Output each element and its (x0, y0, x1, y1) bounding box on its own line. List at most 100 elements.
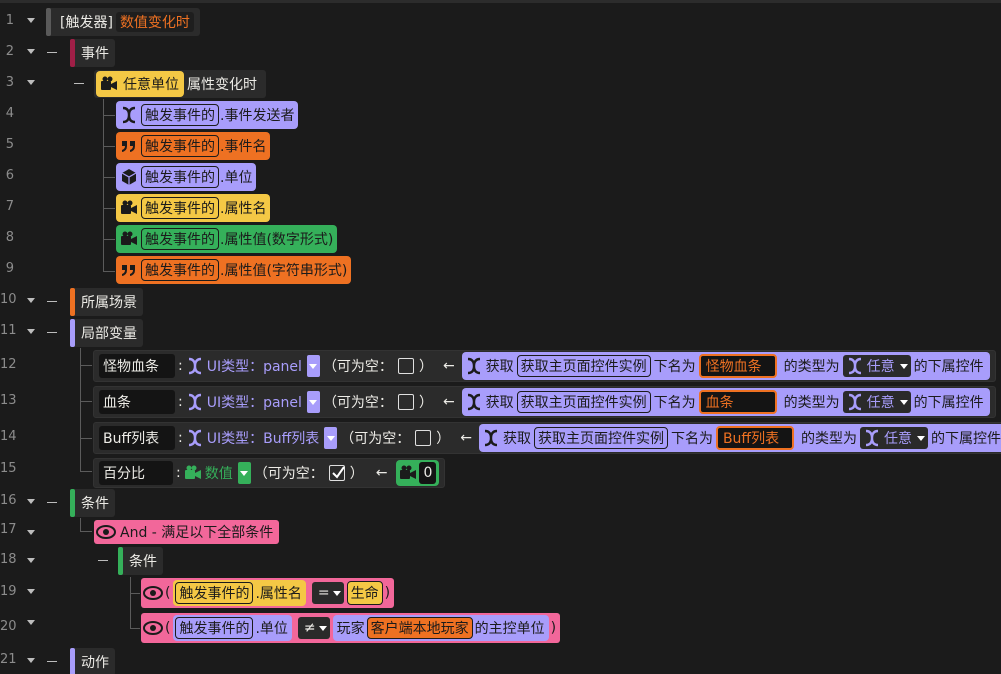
collapse-dash[interactable] (47, 52, 57, 53)
event-param-row[interactable]: 触发事件的 .属性值(字符串形式) (116, 256, 352, 284)
param-field: .属性值(字符串形式) (220, 263, 348, 279)
local-variable-row[interactable]: 怪物血条: UI类型：panel （可为空：） ← 获取 获取主页面控件实例 下名为 怪物血条… (93, 350, 996, 382)
line-number: 13 (0, 393, 17, 408)
conditions-section[interactable]: 条件 (70, 489, 115, 517)
collapse-dash[interactable] (98, 560, 108, 561)
param-field: .属性值(数字形式) (220, 232, 334, 248)
main-page-control-func[interactable]: 获取主页面控件实例 (516, 355, 651, 377)
number-value-chip[interactable]: 0 (396, 460, 440, 486)
number-value[interactable]: 0 (419, 462, 437, 484)
tree-guide-line (103, 115, 115, 116)
event-block[interactable]: 任意单位 属性变化时 (94, 70, 266, 98)
condition-row[interactable]: ( 触发事件的 .属性名 = 生命 ) (141, 578, 395, 608)
type-dropdown[interactable] (306, 391, 320, 413)
local-variable-name[interactable]: Buff列表 (99, 426, 175, 450)
local-variable-row[interactable]: Buff列表: UI类型：Buff列表 （可为空：） ← 获取 获取主页面控件实例 下名为 B… (93, 422, 1001, 454)
nullable-checkbox[interactable] (397, 358, 414, 374)
type-dropdown[interactable] (324, 427, 338, 449)
fold-toggle-icon[interactable] (26, 555, 36, 565)
trigger-event-source[interactable]: 触发事件的 (141, 259, 219, 281)
actions-section[interactable]: 动作 (70, 648, 115, 674)
line-number: 15 (0, 461, 17, 476)
event-param-row[interactable]: 触发事件的 .属性值(数字形式) (116, 225, 338, 253)
trigger-event-source[interactable]: 触发事件的 (141, 166, 219, 188)
get-control-chip[interactable]: 获取 获取主页面控件实例 下名为 血条 的类型为 任意 的下属控件 (461, 388, 990, 416)
camera-icon (98, 73, 120, 95)
trigger-event-source[interactable]: 触发事件的 (141, 135, 219, 157)
any-type-select[interactable]: 任意 (859, 427, 928, 449)
main-page-control-func[interactable]: 获取主页面控件实例 (516, 391, 651, 413)
property-name-chip[interactable]: 触发事件的 .属性名 (173, 580, 306, 606)
any-type-select[interactable]: 任意 (842, 391, 911, 413)
trigger-event-source[interactable]: 触发事件的 (141, 228, 219, 250)
main-page-control-func[interactable]: 获取主页面控件实例 (533, 427, 668, 449)
control-name-input[interactable]: Buff列表 (715, 426, 794, 450)
control-name-input[interactable]: 怪物血条 (698, 354, 777, 378)
fold-toggle-icon[interactable] (26, 46, 36, 56)
main-control-unit-label: 的主控单位 (474, 621, 545, 637)
and-block[interactable]: And - 满足以下全部条件 (94, 520, 280, 544)
collapse-dash[interactable] (47, 301, 57, 302)
nullable-checkbox[interactable] (397, 394, 414, 410)
condition-row[interactable]: ( 触发事件的 .单位 ≠ 玩家 客户端本地玩家 的主控单位 ) (141, 613, 561, 643)
line-number: 8 (5, 230, 14, 245)
local-variable-name[interactable]: 百分比 (99, 461, 173, 485)
get-control-chip[interactable]: 获取 获取主页面控件实例 下名为 怪物血条 的类型为 任意 的下属控件 (461, 352, 990, 380)
unit-chip[interactable]: 触发事件的 .单位 (173, 615, 292, 641)
assign-arrow: ← (442, 358, 455, 374)
trigger-event-source[interactable]: 触发事件的 (141, 104, 219, 126)
trigger-header[interactable]: [触发器] 数值变化时 (46, 8, 200, 36)
inner-condition-block[interactable]: 条件 (118, 547, 163, 575)
operator-select[interactable]: = (311, 582, 344, 604)
player-control-chip[interactable]: 玩家 客户端本地玩家 的主控单位 (332, 615, 549, 641)
any-type-select[interactable]: 任意 (842, 355, 911, 377)
event-param-row[interactable]: 触发事件的 .单位 (116, 163, 257, 191)
collapse-dash[interactable] (47, 502, 57, 503)
fold-toggle-icon[interactable] (26, 15, 36, 25)
colon: : (178, 394, 183, 410)
fold-toggle-icon[interactable] (26, 77, 36, 87)
value-chip[interactable]: 生命 (346, 581, 383, 605)
trigger-name[interactable]: 数值变化时 (115, 12, 194, 32)
line-number: 12 (0, 357, 17, 372)
local-player-chip[interactable]: 客户端本地玩家 (366, 617, 473, 639)
local-variable-row[interactable]: 血条: UI类型：panel （可为空：） ← 获取 获取主页面控件实例 下名为 血条 的类型为… (93, 386, 996, 418)
event-unit-chip[interactable]: 任意单位 (96, 71, 184, 97)
fold-toggle-icon[interactable] (26, 617, 36, 627)
local-variable-row[interactable]: 百分比 : 数值 （可为空： ） ← 0 (93, 458, 446, 488)
trigger-event-source[interactable]: 触发事件的 (175, 582, 254, 604)
event-section[interactable]: 事件 (70, 39, 115, 67)
fold-toggle-icon[interactable] (26, 496, 36, 506)
control-name-input[interactable]: 血条 (698, 390, 777, 414)
get-control-chip[interactable]: 获取 获取主页面控件实例 下名为 Buff列表 的类型为 任意 的下属控件 (478, 424, 1001, 452)
local-variable-name[interactable]: 血条 (99, 390, 175, 414)
trigger-event-source[interactable]: 触发事件的 (175, 617, 254, 639)
fold-toggle-icon[interactable] (26, 586, 36, 596)
local-variable-type: UI类型：panel (206, 395, 302, 411)
chevron-down-icon (899, 399, 908, 405)
local-variable-type: UI类型：Buff列表 (206, 431, 320, 447)
fold-toggle-icon[interactable] (26, 295, 36, 305)
actions-section-label: 动作 (81, 655, 109, 671)
nullable-checkbox[interactable] (328, 465, 345, 481)
scene-section[interactable]: 所属场景 (70, 288, 143, 316)
tree-guide-line (130, 577, 131, 629)
event-param-row[interactable]: 触发事件的 .事件发送者 (116, 101, 299, 129)
type-dropdown[interactable] (237, 462, 251, 484)
collapse-dash[interactable] (47, 332, 57, 333)
fold-toggle-icon[interactable] (26, 527, 36, 537)
operator-select[interactable]: ≠ (297, 617, 330, 639)
trigger-event-source[interactable]: 触发事件的 (141, 197, 219, 219)
type-dropdown[interactable] (306, 355, 320, 377)
event-param-row[interactable]: 触发事件的 .事件名 (116, 132, 271, 160)
fold-toggle-icon[interactable] (26, 655, 36, 665)
get-label: 获取 (485, 395, 514, 411)
fold-toggle-icon[interactable] (26, 326, 36, 336)
locals-section[interactable]: 局部变量 (70, 319, 143, 347)
locals-section-label: 局部变量 (81, 326, 137, 342)
nullable-checkbox[interactable] (415, 430, 432, 446)
collapse-dash[interactable] (74, 83, 84, 84)
event-param-row[interactable]: 触发事件的 .属性名 (116, 194, 271, 222)
collapse-dash[interactable] (47, 661, 57, 662)
local-variable-name[interactable]: 怪物血条 (99, 354, 175, 378)
